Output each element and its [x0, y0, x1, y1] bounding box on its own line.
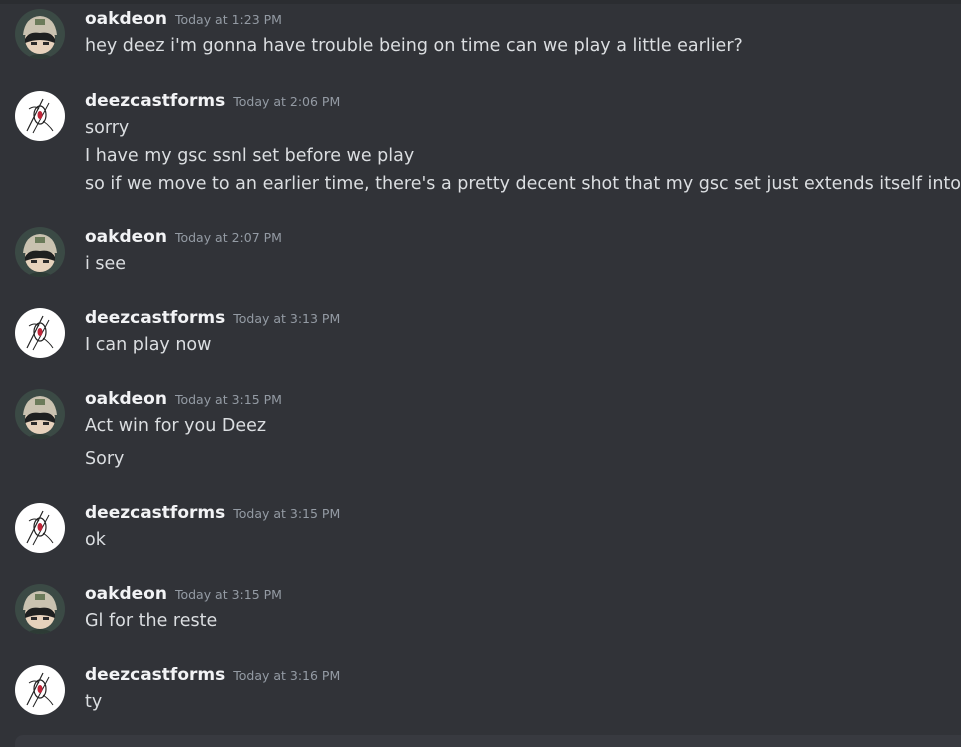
oakdeon-avatar[interactable] [15, 389, 65, 439]
username[interactable]: oakdeon [85, 227, 167, 247]
deezcastforms-avatar-icon [15, 91, 65, 141]
message-text: so if we move to an earlier time, there'… [85, 174, 961, 194]
message-text: I have my gsc ssnl set before we play [85, 146, 415, 166]
message-header: deezcastforms Today at 3:15 PM [85, 503, 340, 525]
deezcastforms-avatar-icon [15, 308, 65, 358]
deezcastforms-avatar[interactable] [15, 308, 65, 358]
username[interactable]: deezcastforms [85, 665, 225, 685]
deezcastforms-avatar[interactable] [15, 665, 65, 715]
deezcastforms-avatar[interactable] [15, 91, 65, 141]
message-text: sorry [85, 118, 130, 138]
message-text: Sory [85, 449, 125, 469]
timestamp: Today at 3:16 PM [233, 668, 341, 683]
username[interactable]: oakdeon [85, 584, 167, 604]
message-text: ty [85, 692, 103, 712]
timestamp: Today at 1:23 PM [174, 12, 282, 27]
timestamp: Today at 2:06 PM [233, 94, 341, 109]
timestamp: Today at 3:15 PM [174, 392, 282, 407]
message-header: oakdeon Today at 3:15 PM [85, 584, 282, 606]
username[interactable]: deezcastforms [85, 308, 225, 328]
oakdeon-avatar-icon [15, 227, 65, 277]
message-header: deezcastforms Today at 2:06 PM [85, 91, 340, 113]
deezcastforms-avatar-icon [15, 665, 65, 715]
timestamp: Today at 2:07 PM [174, 230, 282, 245]
oakdeon-avatar[interactable] [15, 227, 65, 277]
message-text: Act win for you Deez [85, 416, 267, 436]
message-header: oakdeon Today at 2:07 PM [85, 227, 282, 249]
username[interactable]: deezcastforms [85, 91, 225, 111]
username[interactable]: oakdeon [85, 9, 167, 29]
message-text: hey deez i'm gonna have trouble being on… [85, 36, 743, 56]
message-header: deezcastforms Today at 3:16 PM [85, 665, 340, 687]
message-header: oakdeon Today at 3:15 PM [85, 389, 282, 411]
message-text: i see [85, 254, 127, 274]
oakdeon-avatar-icon [15, 9, 65, 59]
deezcastforms-avatar-icon [15, 503, 65, 553]
message-header: oakdeon Today at 1:23 PM [85, 9, 282, 31]
message-input[interactable] [15, 735, 961, 747]
timestamp: Today at 3:13 PM [233, 311, 341, 326]
username[interactable]: oakdeon [85, 389, 167, 409]
message-text: I can play now [85, 335, 212, 355]
deezcastforms-avatar[interactable] [15, 503, 65, 553]
oakdeon-avatar-icon [15, 584, 65, 634]
oakdeon-avatar[interactable] [15, 9, 65, 59]
message-header: deezcastforms Today at 3:13 PM [85, 308, 340, 330]
message-text: ok [85, 530, 106, 550]
oakdeon-avatar[interactable] [15, 584, 65, 634]
timestamp: Today at 3:15 PM [174, 587, 282, 602]
chat-message-list: oakdeon Today at 1:23 PM hey deez i'm gon… [0, 0, 961, 747]
username[interactable]: deezcastforms [85, 503, 225, 523]
top-divider [0, 0, 961, 4]
oakdeon-avatar-icon [15, 389, 65, 439]
timestamp: Today at 3:15 PM [233, 506, 341, 521]
message-text: Gl for the reste [85, 611, 218, 631]
